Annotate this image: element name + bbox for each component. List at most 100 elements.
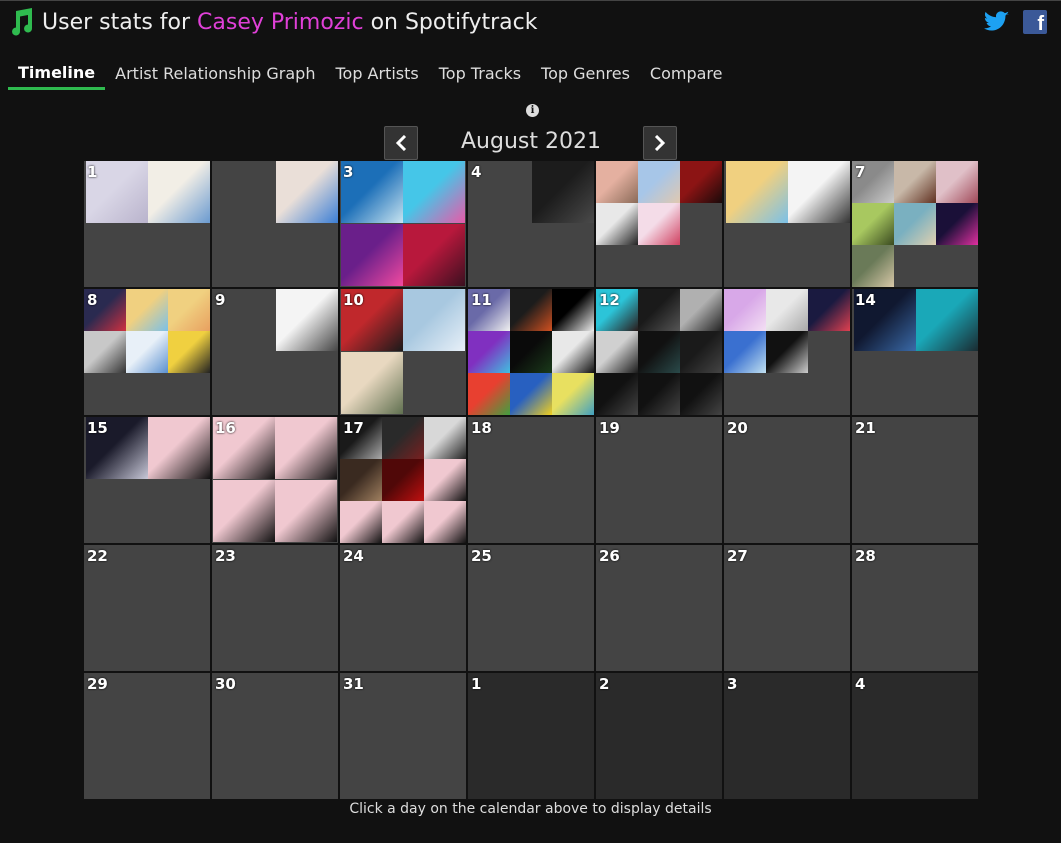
album-art-thumbnail[interactable] bbox=[532, 161, 594, 223]
album-art-thumbnail[interactable] bbox=[148, 161, 210, 223]
album-art-thumbnail[interactable] bbox=[596, 331, 638, 373]
next-month-button[interactable] bbox=[643, 126, 677, 160]
calendar-day[interactable]: 31 bbox=[340, 673, 466, 799]
calendar-day[interactable]: 23 bbox=[212, 545, 338, 671]
album-art-thumbnail[interactable] bbox=[596, 203, 638, 245]
album-art-thumbnail[interactable] bbox=[340, 501, 382, 543]
album-art-thumbnail[interactable] bbox=[382, 501, 424, 543]
twitter-share-icon[interactable] bbox=[984, 10, 1010, 34]
album-art-thumbnail[interactable] bbox=[510, 289, 552, 331]
calendar-day[interactable]: 19 bbox=[596, 417, 722, 543]
album-art-thumbnail[interactable] bbox=[766, 331, 808, 373]
calendar-day[interactable]: 18 bbox=[468, 417, 594, 543]
calendar-day[interactable]: 1 bbox=[468, 673, 594, 799]
album-art-thumbnail[interactable] bbox=[552, 289, 594, 331]
calendar-day[interactable] bbox=[724, 161, 850, 287]
album-art-thumbnail[interactable] bbox=[766, 289, 808, 331]
calendar-day[interactable]: 3 bbox=[724, 673, 850, 799]
album-art-thumbnail[interactable] bbox=[726, 161, 788, 223]
calendar-day[interactable]: 15 bbox=[84, 417, 210, 543]
album-art-thumbnail[interactable] bbox=[340, 459, 382, 501]
album-art-thumbnail[interactable] bbox=[168, 331, 210, 373]
album-art-thumbnail[interactable] bbox=[341, 352, 403, 414]
calendar-day[interactable] bbox=[212, 161, 338, 287]
album-art-thumbnail[interactable] bbox=[276, 289, 338, 351]
title-username[interactable]: Casey Primozic bbox=[197, 10, 364, 35]
album-art-thumbnail[interactable] bbox=[275, 417, 337, 479]
album-art-thumbnail[interactable] bbox=[724, 331, 766, 373]
album-art-thumbnail[interactable] bbox=[788, 161, 850, 223]
calendar-day[interactable]: 22 bbox=[84, 545, 210, 671]
album-art-thumbnail[interactable] bbox=[724, 289, 766, 331]
album-art-thumbnail[interactable] bbox=[680, 331, 722, 373]
calendar-day[interactable]: 14 bbox=[852, 289, 978, 415]
album-art-thumbnail[interactable] bbox=[894, 161, 936, 203]
calendar-day[interactable]: 26 bbox=[596, 545, 722, 671]
album-art-thumbnail[interactable] bbox=[638, 331, 680, 373]
tab-top-tracks[interactable]: Top Tracks bbox=[429, 58, 531, 90]
album-art-thumbnail[interactable] bbox=[852, 203, 894, 245]
album-art-thumbnail[interactable] bbox=[468, 331, 510, 373]
calendar-day[interactable]: 17 bbox=[340, 417, 466, 543]
calendar-day[interactable]: 10 bbox=[340, 289, 466, 415]
calendar-day[interactable]: 1 bbox=[84, 161, 210, 287]
album-art-thumbnail[interactable] bbox=[382, 459, 424, 501]
album-art-thumbnail[interactable] bbox=[382, 417, 424, 459]
calendar-day[interactable]: 9 bbox=[212, 289, 338, 415]
album-art-thumbnail[interactable] bbox=[213, 480, 275, 542]
album-art-thumbnail[interactable] bbox=[126, 289, 168, 331]
album-art-thumbnail[interactable] bbox=[403, 224, 465, 286]
calendar-day[interactable] bbox=[596, 161, 722, 287]
album-art-thumbnail[interactable] bbox=[638, 289, 680, 331]
album-art-thumbnail[interactable] bbox=[596, 161, 638, 203]
album-art-thumbnail[interactable] bbox=[168, 289, 210, 331]
calendar-day[interactable]: 25 bbox=[468, 545, 594, 671]
calendar-day[interactable]: 30 bbox=[212, 673, 338, 799]
album-art-thumbnail[interactable] bbox=[148, 417, 210, 479]
album-art-thumbnail[interactable] bbox=[680, 373, 722, 415]
tab-artist-relationship-graph[interactable]: Artist Relationship Graph bbox=[105, 58, 325, 90]
album-art-thumbnail[interactable] bbox=[341, 224, 403, 286]
album-art-thumbnail[interactable] bbox=[894, 203, 936, 245]
tab-top-genres[interactable]: Top Genres bbox=[531, 58, 640, 90]
calendar-day[interactable]: 8 bbox=[84, 289, 210, 415]
prev-month-button[interactable] bbox=[384, 126, 418, 160]
album-art-thumbnail[interactable] bbox=[403, 161, 465, 223]
album-art-thumbnail[interactable] bbox=[468, 373, 510, 415]
calendar-day[interactable]: 20 bbox=[724, 417, 850, 543]
album-art-thumbnail[interactable] bbox=[680, 289, 722, 331]
calendar-day[interactable]: 2 bbox=[596, 673, 722, 799]
album-art-thumbnail[interactable] bbox=[126, 331, 168, 373]
album-art-thumbnail[interactable] bbox=[638, 203, 680, 245]
calendar-day[interactable]: 11 bbox=[468, 289, 594, 415]
album-art-thumbnail[interactable] bbox=[84, 331, 126, 373]
album-art-thumbnail[interactable] bbox=[424, 501, 466, 543]
calendar-day[interactable]: 4 bbox=[852, 673, 978, 799]
album-art-thumbnail[interactable] bbox=[403, 289, 465, 351]
calendar-day[interactable]: 12 bbox=[596, 289, 722, 415]
album-art-thumbnail[interactable] bbox=[596, 373, 638, 415]
calendar-day[interactable]: 3 bbox=[340, 161, 466, 287]
info-icon[interactable]: i bbox=[526, 104, 539, 117]
calendar-day[interactable]: 29 bbox=[84, 673, 210, 799]
calendar-day[interactable]: 4 bbox=[468, 161, 594, 287]
album-art-thumbnail[interactable] bbox=[936, 203, 978, 245]
album-art-thumbnail[interactable] bbox=[936, 161, 978, 203]
album-art-thumbnail[interactable] bbox=[276, 161, 338, 223]
tab-top-artists[interactable]: Top Artists bbox=[325, 58, 428, 90]
facebook-share-icon[interactable]: f bbox=[1023, 10, 1047, 35]
album-art-thumbnail[interactable] bbox=[638, 373, 680, 415]
calendar-day[interactable]: 24 bbox=[340, 545, 466, 671]
album-art-thumbnail[interactable] bbox=[852, 245, 894, 287]
calendar-day[interactable]: 28 bbox=[852, 545, 978, 671]
album-art-thumbnail[interactable] bbox=[275, 480, 337, 542]
calendar-day[interactable]: 7 bbox=[852, 161, 978, 287]
album-art-thumbnail[interactable] bbox=[510, 373, 552, 415]
album-art-thumbnail[interactable] bbox=[552, 331, 594, 373]
tab-compare[interactable]: Compare bbox=[640, 58, 733, 90]
album-art-thumbnail[interactable] bbox=[424, 459, 466, 501]
calendar-day[interactable]: 27 bbox=[724, 545, 850, 671]
tab-timeline[interactable]: Timeline bbox=[8, 58, 106, 90]
calendar-day[interactable]: 16 bbox=[212, 417, 338, 543]
album-art-thumbnail[interactable] bbox=[424, 417, 466, 459]
